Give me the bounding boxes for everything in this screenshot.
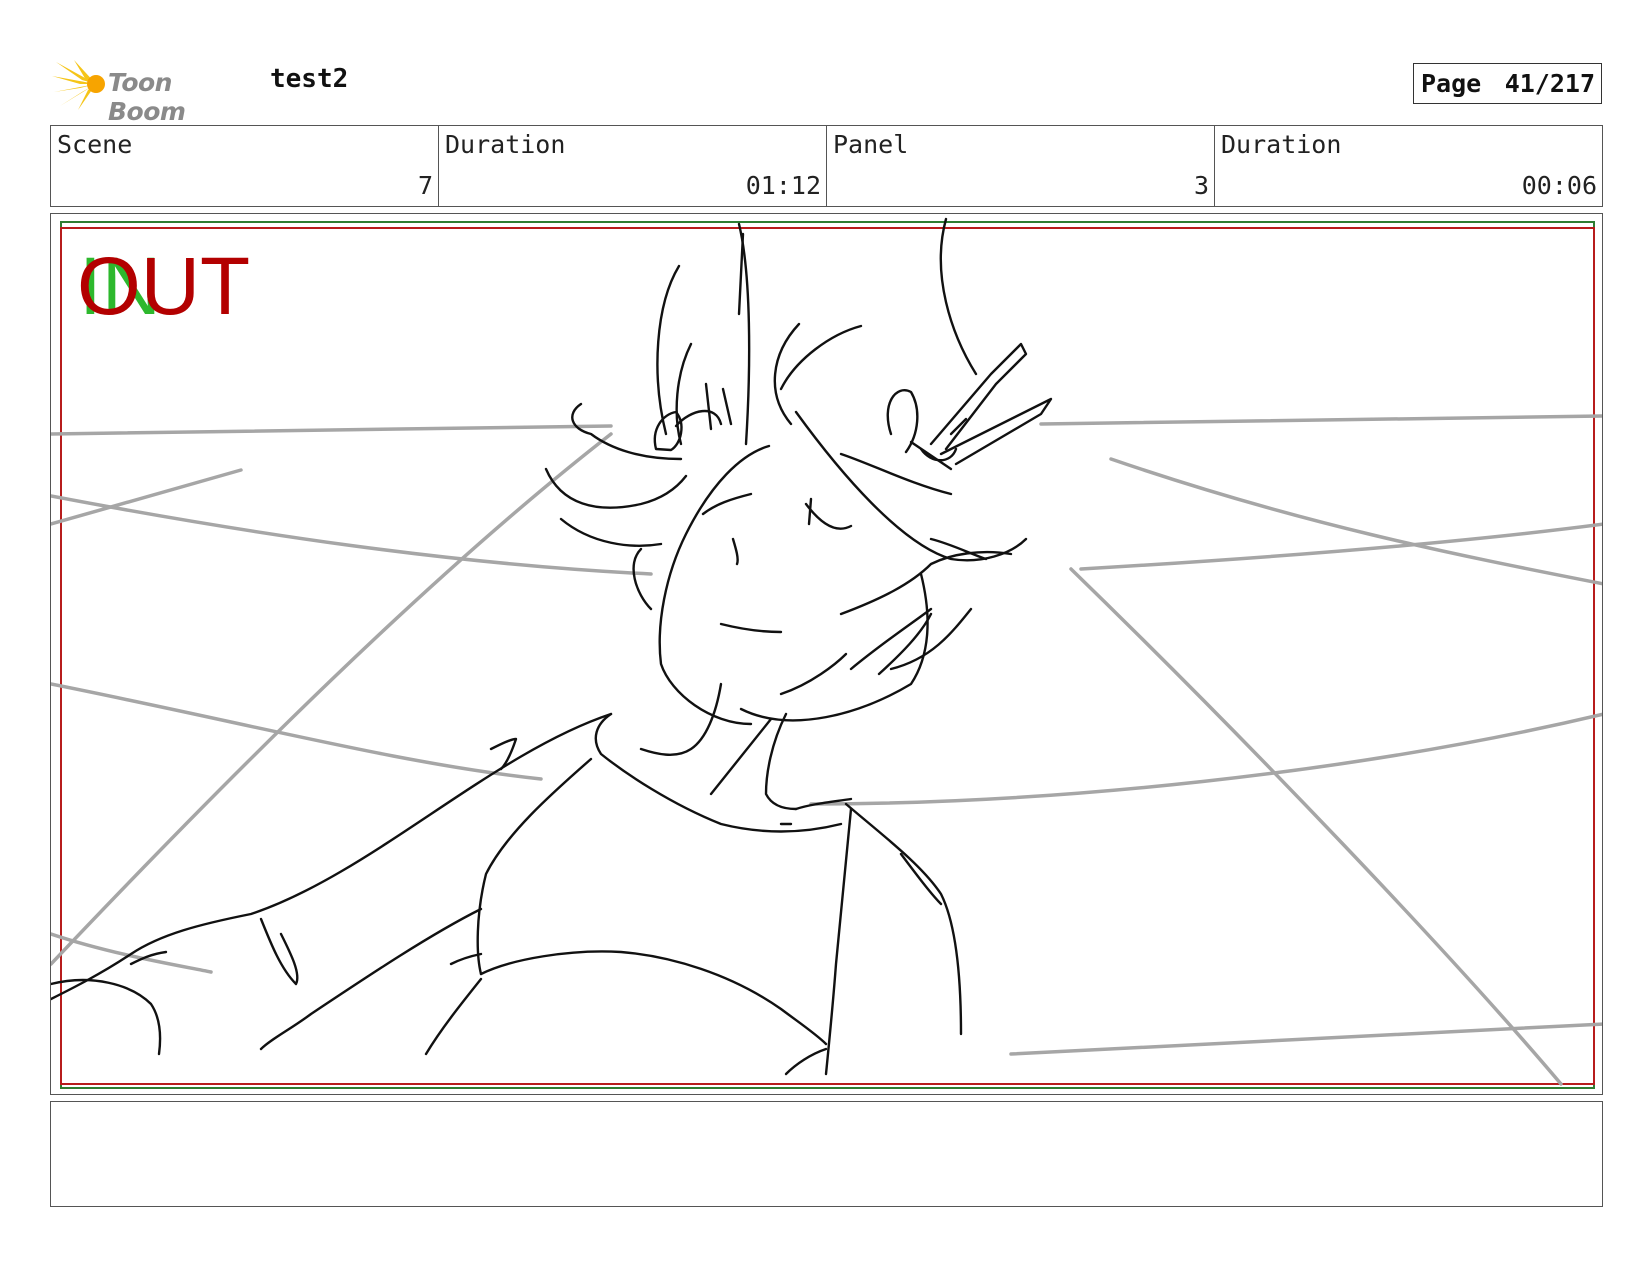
out-transition-label: OUT — [77, 241, 251, 332]
toon-boom-logo: Toon Boom — [52, 56, 252, 126]
project-title: test2 — [270, 64, 349, 94]
page-number: 41/217 — [1504, 69, 1595, 98]
page-label: Page — [1421, 69, 1482, 98]
scene-duration-cell: Duration 01:12 — [439, 126, 827, 206]
panel-label: Panel — [833, 130, 909, 159]
starburst-logo-icon — [52, 60, 105, 110]
scene-cell: Scene 7 — [51, 126, 439, 206]
sketch-drawing — [51, 217, 1602, 1089]
scene-duration-value: 01:12 — [745, 171, 821, 200]
scene-duration-label: Duration — [445, 130, 566, 159]
panel-cell: Panel 3 — [827, 126, 1215, 206]
safe-frame-green — [60, 221, 1595, 1089]
panel-info-row: Scene 7 Duration 01:12 Panel 3 Duration … — [50, 125, 1603, 207]
scene-label: Scene — [57, 130, 133, 159]
brand-name: Toon Boom — [108, 68, 186, 126]
scene-value: 7 — [417, 171, 433, 200]
storyboard-panel[interactable]: IN OUT — [50, 213, 1603, 1095]
panel-duration-cell: Duration 00:06 — [1215, 126, 1602, 206]
page-indicator: Page 41/217 — [1413, 63, 1602, 104]
panel-value: 3 — [1193, 171, 1209, 200]
panel-notes-box[interactable] — [50, 1101, 1603, 1207]
character-sketch — [51, 217, 1053, 1076]
panel-duration-value: 00:06 — [1521, 171, 1597, 200]
background-lines — [51, 414, 1602, 1086]
panel-duration-label: Duration — [1221, 130, 1342, 159]
